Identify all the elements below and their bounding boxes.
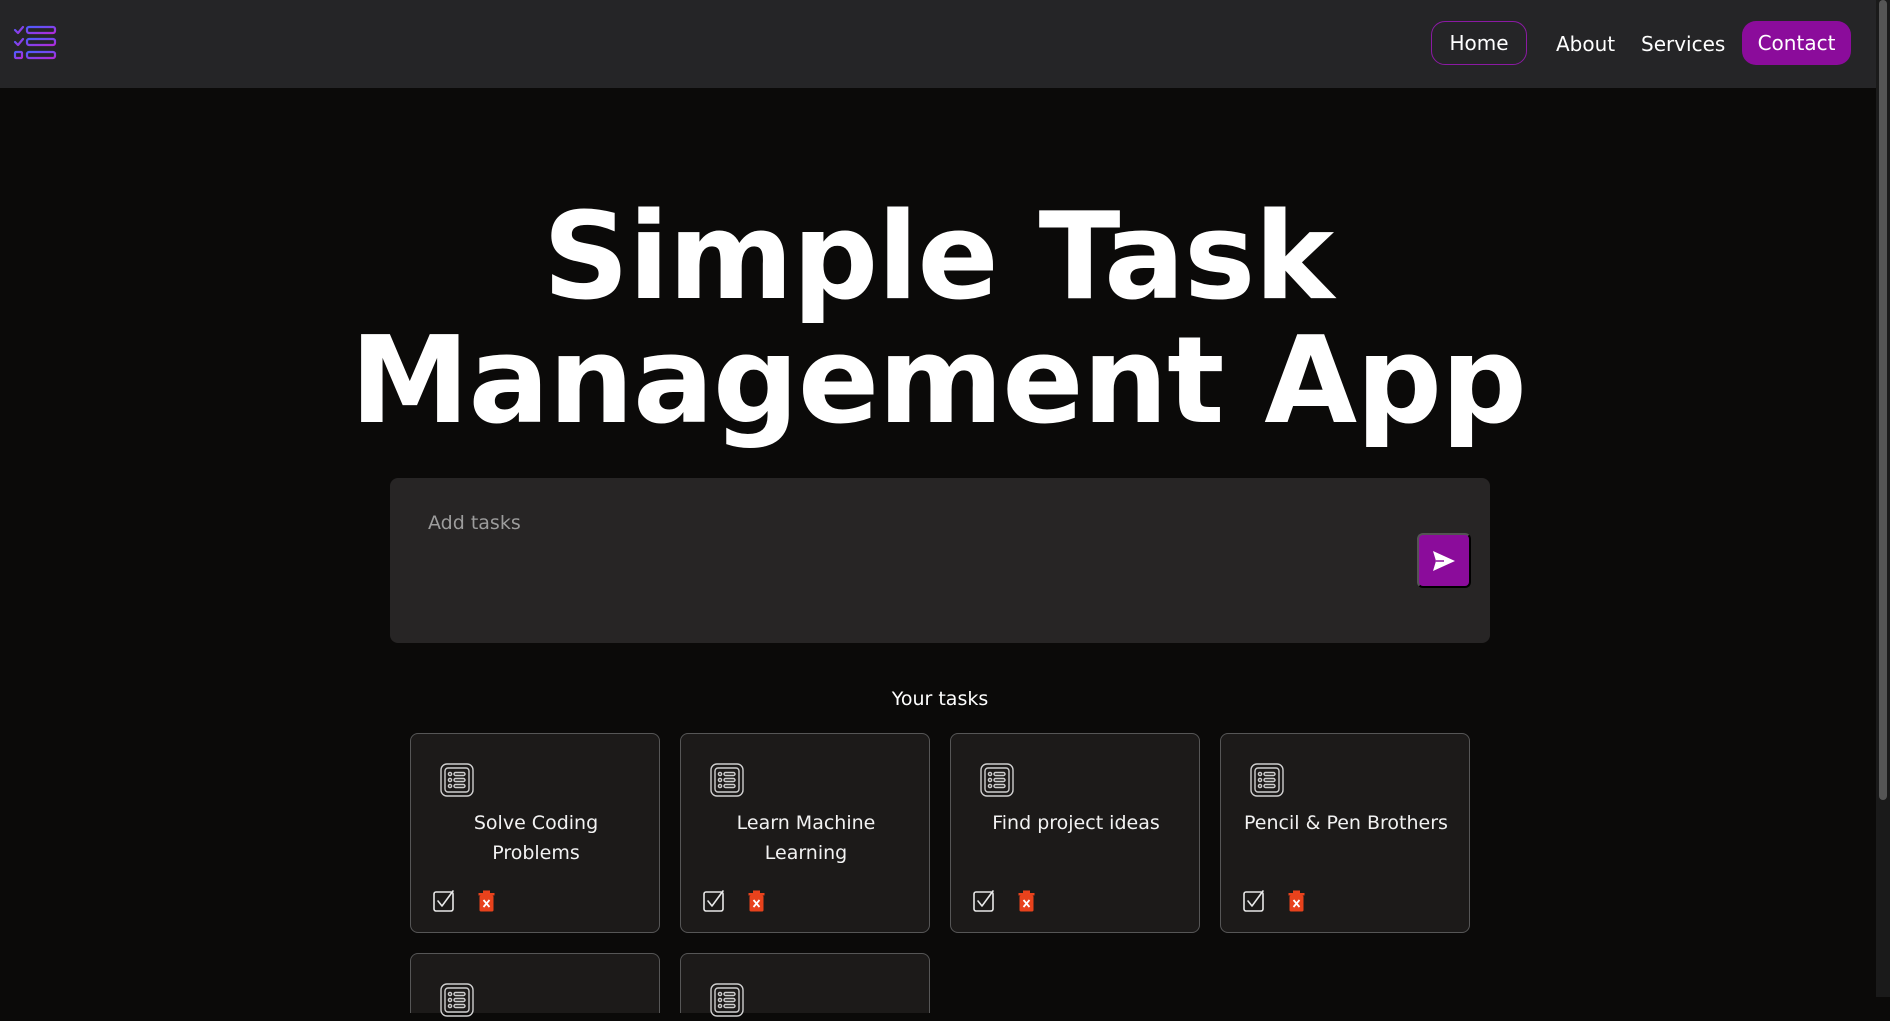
checklist-logo-icon[interactable]: [13, 25, 57, 61]
task-title: Solve Coding Problems: [473, 812, 599, 864]
task-list-icon: [1250, 763, 1284, 797]
add-task-input[interactable]: [428, 508, 1368, 538]
complete-task-checkbox-icon[interactable]: [432, 889, 456, 913]
nav-home-button[interactable]: Home: [1431, 21, 1527, 65]
task-title: Find project ideas: [992, 812, 1160, 834]
task-list-icon: [710, 983, 744, 1017]
hero-title: Simple Task Management App: [0, 196, 1876, 444]
scrollbar-thumb[interactable]: [1879, 0, 1887, 800]
task-card: Solve Coding Problems: [410, 733, 660, 933]
add-task-button[interactable]: [1417, 533, 1471, 588]
complete-task-checkbox-icon[interactable]: [1242, 889, 1266, 913]
send-icon: [1433, 550, 1455, 571]
complete-task-checkbox-icon[interactable]: [972, 889, 996, 913]
delete-task-trash-icon[interactable]: [478, 890, 495, 912]
task-list-icon: [710, 763, 744, 797]
task-list-icon: [980, 763, 1014, 797]
nav-services-link[interactable]: Services: [1641, 32, 1725, 56]
task-card: Learn Machine Learning: [680, 733, 930, 933]
complete-task-checkbox-icon[interactable]: [702, 889, 726, 913]
nav-contact-button[interactable]: Contact: [1742, 21, 1851, 65]
task-card: Find project ideas: [950, 733, 1200, 933]
hero-title-line1: Simple Task: [542, 188, 1334, 327]
hero-title-line2: Management App: [350, 312, 1527, 451]
task-title: Pencil & Pen Brothers: [1244, 812, 1448, 834]
task-title: Learn Machine Learning: [736, 812, 876, 864]
task-card: [680, 953, 930, 1017]
page-scrollbar[interactable]: [1876, 0, 1890, 997]
navbar: Home About Services Contact: [0, 0, 1890, 88]
delete-task-trash-icon[interactable]: [1288, 890, 1305, 912]
task-list-icon: [440, 983, 474, 1017]
nav-about-link[interactable]: About: [1556, 32, 1615, 56]
task-card: Pencil & Pen Brothers: [1220, 733, 1470, 933]
task-card: [410, 953, 660, 1017]
delete-task-trash-icon[interactable]: [748, 890, 765, 912]
add-task-panel: [390, 478, 1490, 643]
your-tasks-heading: Your tasks: [891, 688, 989, 710]
delete-task-trash-icon[interactable]: [1018, 890, 1035, 912]
task-list-icon: [440, 763, 474, 797]
